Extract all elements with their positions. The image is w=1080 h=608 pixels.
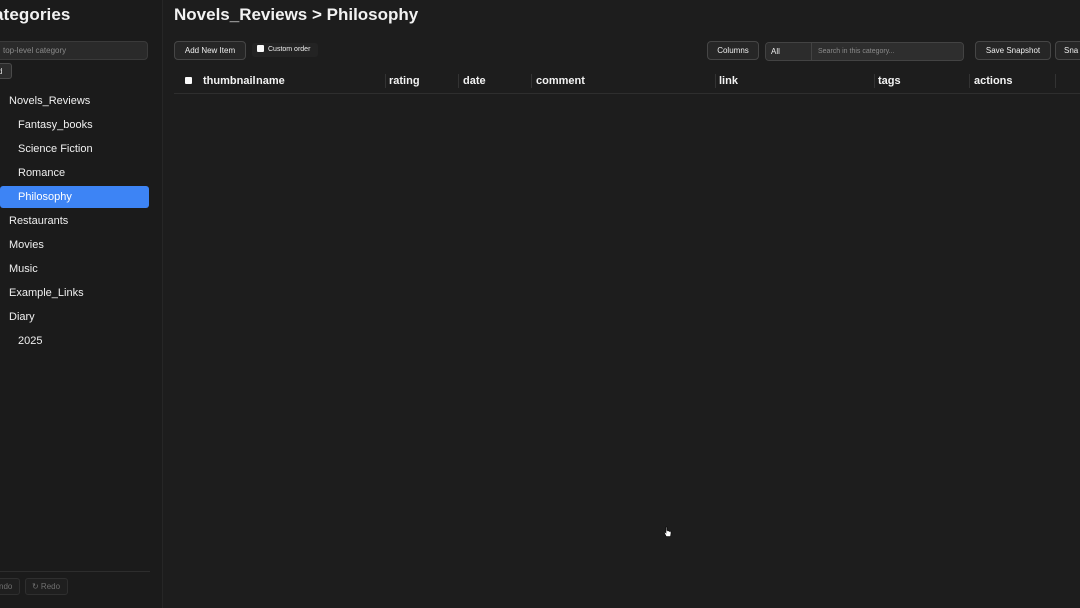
sidebar-footer-divider: [0, 571, 150, 572]
sidebar-item-romance[interactable]: Romance: [0, 162, 150, 184]
column-header-comment[interactable]: comment: [536, 71, 585, 93]
select-all-checkbox[interactable]: [185, 77, 192, 84]
column-divider[interactable]: [715, 74, 716, 88]
sidebar-item-fantasy-books[interactable]: Fantasy_books: [0, 114, 150, 136]
filter-select[interactable]: All: [766, 43, 812, 60]
sidebar-item-diary[interactable]: Diary: [0, 306, 150, 328]
add-category-button[interactable]: d: [0, 63, 12, 79]
sidebar-item-novels-reviews[interactable]: Novels_Reviews: [0, 90, 150, 112]
column-header-actions[interactable]: actions: [974, 71, 1013, 93]
add-new-item-button[interactable]: Add New Item: [174, 41, 246, 60]
redo-button[interactable]: ↻ Redo: [25, 578, 68, 595]
new-category-input[interactable]: top-level category: [0, 41, 148, 60]
undo-button[interactable]: ndo: [0, 578, 20, 595]
column-header-date[interactable]: date: [463, 71, 486, 93]
breadcrumb: Novels_Reviews > Philosophy: [174, 5, 419, 24]
sidebar-item-philosophy[interactable]: Philosophy: [0, 186, 149, 208]
sidebar-item-example-links[interactable]: Example_Links: [0, 282, 150, 304]
custom-order-toggle[interactable]: Custom order: [252, 43, 318, 57]
column-divider[interactable]: [458, 74, 459, 88]
sidebar-item-movies[interactable]: Movies: [0, 234, 150, 256]
mouse-pointer-icon: [663, 526, 672, 537]
category-tree: Novels_Reviews Fantasy_books Science Fic…: [0, 90, 150, 354]
column-divider[interactable]: [531, 74, 532, 88]
sidebar-item-science-fiction[interactable]: Science Fiction: [0, 138, 150, 160]
column-divider[interactable]: [874, 74, 875, 88]
categories-sidebar: ategories top-level category d Novels_Re…: [0, 0, 163, 608]
sidebar-item-restaurants[interactable]: Restaurants: [0, 210, 150, 232]
sidebar-item-2025[interactable]: 2025: [0, 330, 150, 352]
custom-order-checkbox[interactable]: [257, 45, 264, 52]
column-divider[interactable]: [1055, 74, 1056, 88]
column-header-tags[interactable]: tags: [878, 71, 901, 93]
sidebar-title: ategories: [0, 5, 71, 24]
search-input[interactable]: Search in this category...: [812, 43, 963, 60]
column-header-rating[interactable]: rating: [389, 71, 420, 93]
column-divider[interactable]: [385, 74, 386, 88]
sidebar-item-music[interactable]: Music: [0, 258, 150, 280]
columns-button[interactable]: Columns: [707, 41, 759, 60]
snapshots-button[interactable]: Sna: [1055, 41, 1080, 60]
column-divider[interactable]: [969, 74, 970, 88]
filter-bar: All Search in this category...: [765, 42, 964, 61]
custom-order-label: Custom order: [268, 46, 311, 53]
save-snapshot-button[interactable]: Save Snapshot: [975, 41, 1051, 60]
column-header-name[interactable]: name: [256, 71, 285, 93]
column-header-thumbnail[interactable]: thumbnail: [203, 71, 256, 93]
table-header: thumbnail name rating date comment link …: [174, 71, 1080, 94]
column-header-link[interactable]: link: [719, 71, 738, 93]
